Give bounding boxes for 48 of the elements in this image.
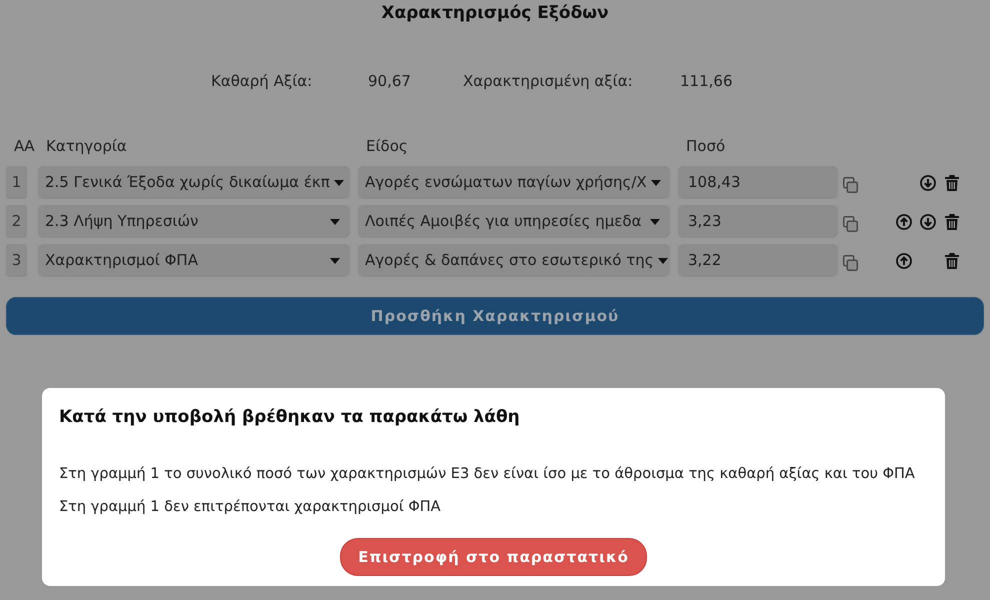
dialog-title: Κατά την υποβολή βρέθηκαν τα παρακάτω λάθη [59,406,520,429]
trash-icon[interactable] [945,214,959,230]
return-to-document-button[interactable]: Επιστροφή στο παραστατικό [340,538,647,576]
row-number: 1 [6,166,27,199]
error-message: Στη γραμμή 1 το συνολικό ποσό των χαρακτηρισμών Ε3 δεν είναι ίσο με το άθροισμα της καθαρή αξίας και του ΦΠΑ [59,465,915,484]
column-header: Ποσό [686,136,726,156]
column-header: Κατηγορία [46,136,128,156]
amount-field[interactable]: 3,22 [678,244,838,277]
row-number: 2 [6,205,27,238]
caret-down-icon [658,258,668,264]
arrow-up-circle-icon[interactable] [896,252,912,268]
select-value: Χαρακτηρισμοί ΦΠΑ [45,250,198,272]
copy-icon[interactable] [843,254,858,270]
type-select[interactable]: Λοιπές Αμοιβές για υπηρεσίες ημεδα [358,205,670,238]
summary-label: Χαρακτηρισμένη αξία: [463,71,633,92]
amount-field[interactable]: 3,23 [678,205,838,238]
page-title: Χαρακτηρισμός Εξόδων [381,2,609,24]
select-value: Αγορές & δαπάνες στο εσωτερικό της [365,250,654,272]
category-select[interactable]: Χαρακτηρισμοί ΦΠΑ [38,244,350,277]
caret-down-icon [330,258,340,264]
caret-down-icon [330,218,340,224]
copy-icon[interactable] [843,176,858,192]
arrow-down-circle-icon[interactable] [920,174,936,190]
select-value: 2.5 Γενικά Έξοδα χωρίς δικαίωμα έκπ [45,172,330,194]
caret-down-icon [650,180,661,186]
select-value: Αγορές ενσώματων παγίων χρήσης/Χ [365,172,647,194]
add-characterization-button[interactable]: Προσθήκη Χαρακτηρισμού [6,297,984,335]
error-message: Στη γραμμή 1 δεν επιτρέπονται χαρακτηρισμοί ΦΠΑ [59,498,441,517]
category-select[interactable]: 2.5 Γενικά Έξοδα χωρίς δικαίωμα έκπ [38,166,350,199]
trash-icon[interactable] [945,252,959,268]
column-header: Είδος [366,136,409,156]
summary-label: Καθαρή Αξία: [211,71,312,92]
caret-down-icon [650,218,660,224]
amount-field[interactable]: 108,43 [678,166,838,199]
type-select[interactable]: Αγορές & δαπάνες στο εσωτερικό της [358,244,670,277]
select-value: Λοιπές Αμοιβές για υπηρεσίες ημεδα [365,211,642,232]
type-select[interactable]: Αγορές ενσώματων παγίων χρήσης/Χ [358,166,670,199]
summary-value: 90,67 [368,71,411,92]
trash-icon[interactable] [945,174,959,190]
select-value: 2.3 Λήψη Υπηρεσιών [45,211,198,232]
arrow-down-circle-icon[interactable] [920,214,936,230]
column-header: ΑΑ [14,136,35,156]
row-number: 3 [6,244,27,277]
summary-value: 111,66 [680,71,732,92]
copy-icon[interactable] [843,216,858,232]
arrow-up-circle-icon[interactable] [896,214,912,230]
caret-down-icon [334,180,344,186]
category-select[interactable]: 2.3 Λήψη Υπηρεσιών [38,205,350,238]
